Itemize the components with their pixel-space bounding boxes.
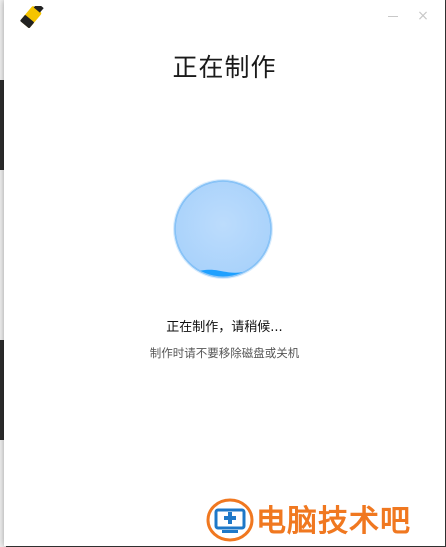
make-dialog: × 正在制作 正在制作，请稍候... 制作时请不要移除磁盘或关机 [4,0,445,546]
watermark-logo-icon [206,498,254,542]
hint-text: 制作时请不要移除磁盘或关机 [149,346,300,360]
usb-drive-icon [20,6,44,28]
progress-orb [173,179,273,279]
watermark: 电脑技术吧 [200,494,446,544]
watermark-text: 电脑技术吧 [256,504,411,539]
status-text: 正在制作，请稍候... [166,320,283,335]
close-button[interactable]: × [415,8,431,24]
page-title: 正在制作 [172,53,277,82]
minimize-button[interactable] [385,8,401,24]
titlebar: × [4,0,445,34]
